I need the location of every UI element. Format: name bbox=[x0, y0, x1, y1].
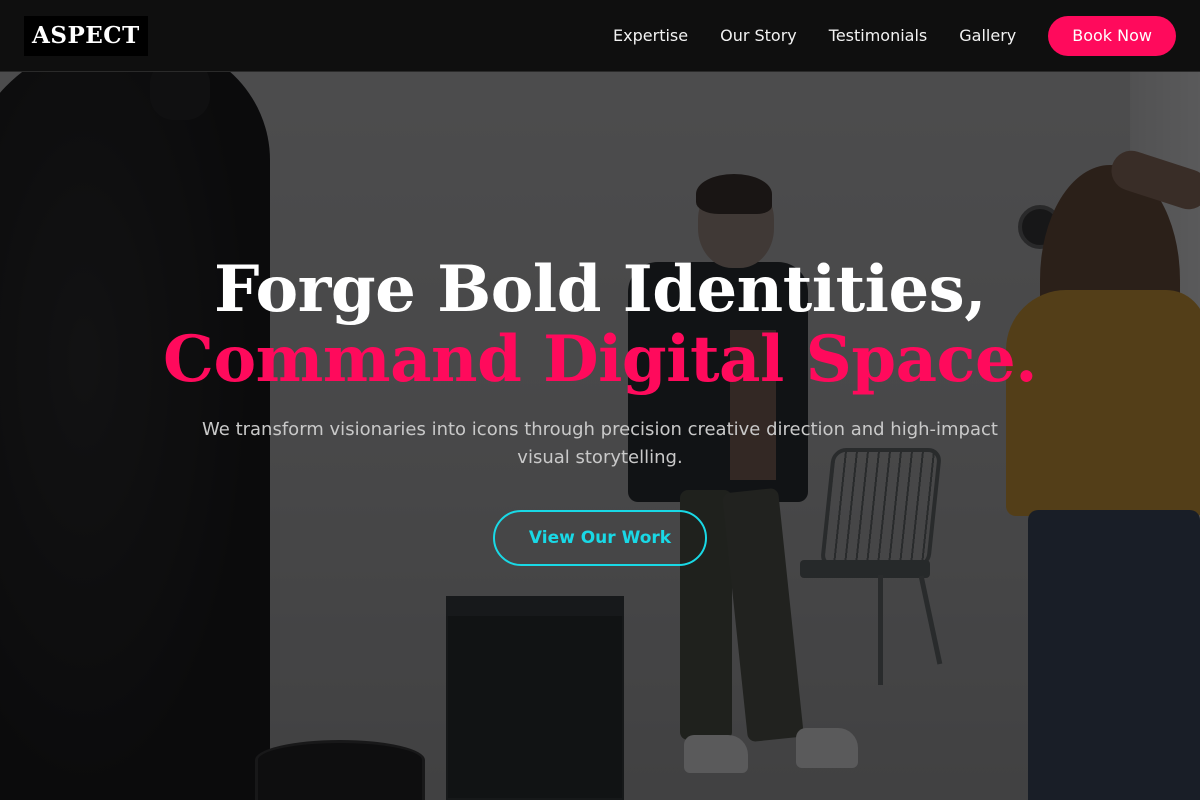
nav-link-expertise[interactable]: Expertise bbox=[613, 26, 688, 45]
hero-subtitle: We transform visionaries into icons thro… bbox=[202, 419, 998, 468]
nav-link-gallery[interactable]: Gallery bbox=[959, 26, 1016, 45]
hero-content: Forge Bold Identities, Command Digital S… bbox=[0, 250, 1200, 566]
nav-link-testimonials[interactable]: Testimonials bbox=[829, 26, 928, 45]
nav-links: Expertise Our Story Testimonials Gallery… bbox=[581, 15, 1176, 56]
view-our-work-button[interactable]: View Our Work bbox=[493, 510, 707, 566]
book-now-button[interactable]: Book Now bbox=[1048, 15, 1176, 56]
headline-line-2: Command Digital Space. bbox=[163, 322, 1038, 397]
nav-link-our-story[interactable]: Our Story bbox=[720, 26, 797, 45]
brand-logo[interactable]: ASPECT bbox=[24, 15, 148, 56]
hero-headline: Forge Bold Identities, Command Digital S… bbox=[0, 250, 1200, 396]
headline-line-1: Forge Bold Identities, bbox=[214, 252, 986, 327]
top-navbar: ASPECT Expertise Our Story Testimonials … bbox=[0, 0, 1200, 72]
